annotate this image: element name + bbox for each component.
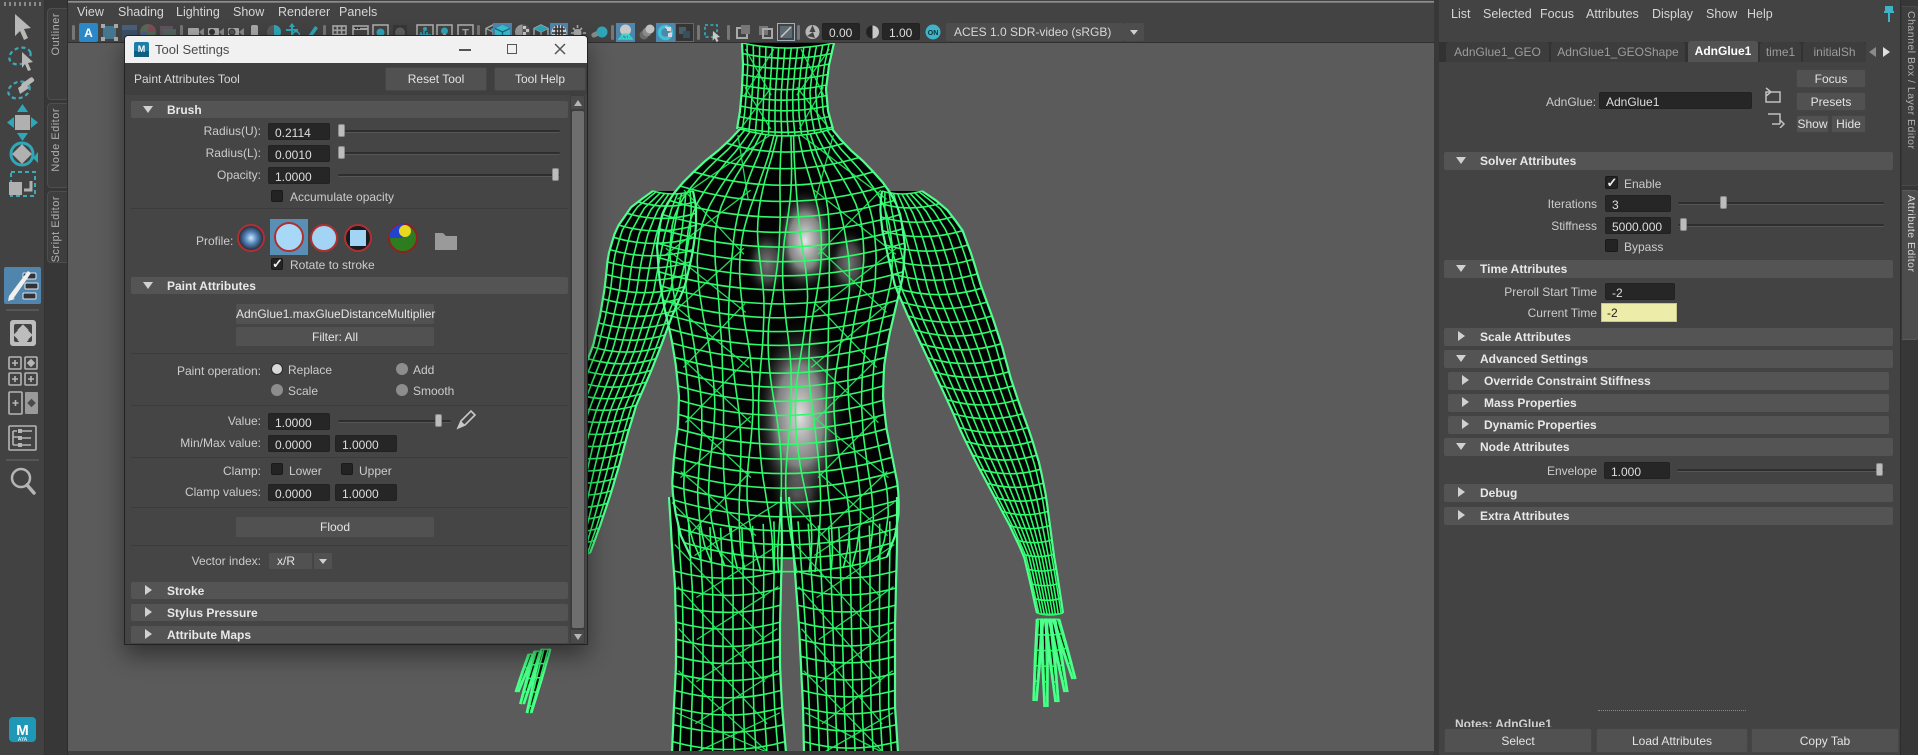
- svg-text:A: A: [84, 26, 93, 40]
- svg-text:ON: ON: [928, 30, 939, 37]
- svg-text:M: M: [138, 44, 146, 54]
- svg-text:AYA: AYA: [18, 737, 28, 743]
